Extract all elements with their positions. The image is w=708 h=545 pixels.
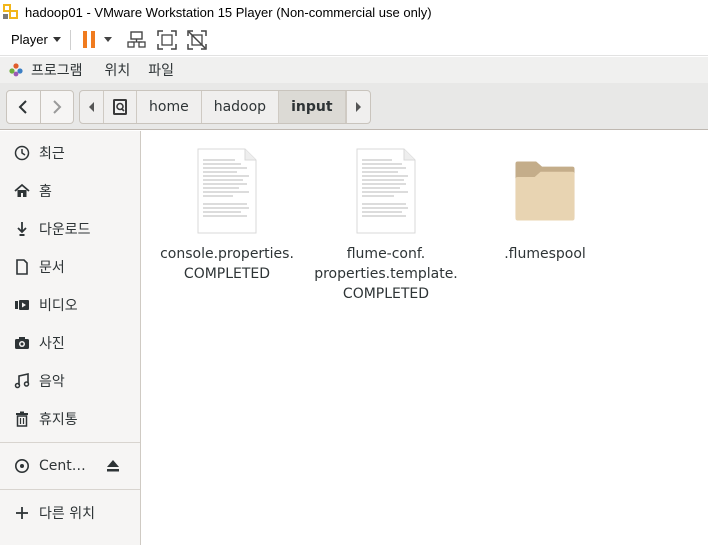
sidebar-item-home[interactable]: 홈 bbox=[0, 173, 140, 209]
document-icon bbox=[13, 258, 31, 276]
menu-files[interactable]: 파일 bbox=[148, 60, 174, 80]
file-name-line: properties.template. bbox=[314, 266, 458, 282]
sidebar-divider bbox=[0, 442, 140, 443]
trash-icon bbox=[13, 410, 31, 428]
text-file-icon bbox=[355, 148, 417, 234]
file-name-line: .flumespool bbox=[504, 246, 586, 262]
sidebar-item-label: 음악 bbox=[39, 374, 65, 390]
sidebar-item-label: 사진 bbox=[39, 336, 65, 352]
vmware-logo-icon bbox=[3, 3, 20, 21]
folder-icon bbox=[514, 148, 576, 234]
sidebar-item-label: 비디오 bbox=[39, 298, 78, 314]
pause-button[interactable] bbox=[82, 30, 95, 50]
sidebar-item-trash[interactable]: 휴지통 bbox=[0, 401, 140, 437]
path-scroll-left-button[interactable] bbox=[80, 91, 104, 123]
plus-icon bbox=[13, 504, 31, 522]
file-name-line: flume-conf. bbox=[346, 246, 426, 262]
file-name: flume-conf. properties.template. COMPLET… bbox=[314, 244, 458, 304]
send-ctrl-alt-del-button[interactable] bbox=[127, 30, 147, 50]
player-menu-label: Player bbox=[11, 32, 48, 47]
sidebar-item-music[interactable]: 음악 bbox=[0, 363, 140, 399]
sidebar-item-downloads[interactable]: 다운로드 bbox=[0, 211, 140, 247]
disc-icon bbox=[13, 457, 31, 475]
player-menu-button[interactable]: Player bbox=[11, 32, 61, 47]
file-item-flumespool-folder[interactable]: .flumespool bbox=[470, 148, 620, 264]
file-name: console.properties. COMPLETED bbox=[160, 244, 294, 284]
menu-applications[interactable]: 프로그램 bbox=[31, 60, 83, 80]
file-name-line: COMPLETED bbox=[342, 286, 430, 302]
file-view: console.properties. COMPLETED flume-conf… bbox=[141, 131, 708, 545]
drive-icon bbox=[113, 99, 127, 115]
unity-mode-button[interactable] bbox=[187, 29, 207, 50]
triangle-left-icon bbox=[88, 102, 94, 112]
file-item-flume-conf[interactable]: flume-conf. properties.template. COMPLET… bbox=[311, 148, 461, 304]
back-button[interactable] bbox=[7, 91, 40, 123]
sidebar-item-label: 홈 bbox=[39, 184, 52, 200]
sidebar-item-documents[interactable]: 문서 bbox=[0, 249, 140, 285]
applications-icon bbox=[9, 63, 23, 77]
toolbar-divider bbox=[69, 29, 71, 50]
pause-icon bbox=[82, 31, 87, 48]
path-root-button[interactable] bbox=[104, 91, 137, 123]
sidebar-item-videos[interactable]: 비디오 bbox=[0, 287, 140, 323]
file-name-line: console.properties. bbox=[160, 246, 294, 262]
home-icon bbox=[13, 182, 31, 200]
navigation-buttons bbox=[6, 90, 74, 124]
sidebar-item-label: 다른 위치 bbox=[39, 506, 95, 522]
sidebar-divider bbox=[0, 489, 140, 490]
music-icon bbox=[13, 372, 31, 390]
sidebar-item-label: 최근 bbox=[39, 146, 65, 162]
menu-places[interactable]: 위치 bbox=[105, 60, 131, 80]
sidebar-item-label: 문서 bbox=[39, 260, 65, 276]
sidebar-item-label: 휴지통 bbox=[39, 412, 78, 428]
breadcrumb: home hadoop input bbox=[79, 90, 371, 124]
file-item-console-properties[interactable]: console.properties. COMPLETED bbox=[152, 148, 302, 284]
gnome-menubar: 프로그램 위치 파일 bbox=[0, 57, 708, 83]
file-manager-headerbar: home hadoop input bbox=[0, 83, 708, 130]
unity-icon bbox=[187, 29, 207, 50]
fullscreen-icon bbox=[157, 29, 177, 50]
sidebar-item-pictures[interactable]: 사진 bbox=[0, 325, 140, 361]
camera-icon bbox=[13, 334, 31, 352]
eject-icon[interactable] bbox=[106, 459, 120, 473]
sidebar-item-label: 다운로드 bbox=[39, 222, 91, 238]
recent-clock-icon bbox=[13, 144, 31, 162]
path-scroll-right-button[interactable] bbox=[345, 91, 370, 123]
chevron-right-icon bbox=[53, 100, 62, 114]
sidebar-item-device[interactable]: Cent… bbox=[0, 448, 140, 484]
sidebar-item-label: Cent… bbox=[39, 458, 86, 474]
places-sidebar: 최근 홈 다운로드 문서 비디오 사진 음악 휴지통 Cent… 다른 위치 bbox=[0, 131, 141, 545]
pause-menu-chevron-icon[interactable] bbox=[103, 37, 112, 42]
forward-button[interactable] bbox=[39, 91, 73, 123]
sidebar-item-other-locations[interactable]: 다른 위치 bbox=[0, 495, 140, 531]
path-segment-input[interactable]: input bbox=[279, 91, 346, 123]
vmware-toolbar: Player bbox=[0, 24, 708, 56]
file-name: .flumespool bbox=[504, 244, 586, 264]
path-segment-home[interactable]: home bbox=[137, 91, 202, 123]
window-title: hadoop01 - VMware Workstation 15 Player … bbox=[25, 4, 432, 20]
chevron-down-icon bbox=[52, 37, 61, 42]
video-icon bbox=[13, 296, 31, 314]
fullscreen-button[interactable] bbox=[157, 29, 177, 50]
network-computer-icon bbox=[127, 30, 146, 48]
download-icon bbox=[13, 220, 31, 238]
chevron-left-icon bbox=[19, 100, 28, 114]
sidebar-item-recent[interactable]: 최근 bbox=[0, 135, 140, 171]
text-file-icon bbox=[196, 148, 258, 234]
triangle-right-icon bbox=[356, 102, 362, 112]
file-name-line: COMPLETED bbox=[183, 266, 271, 282]
path-segment-hadoop[interactable]: hadoop bbox=[202, 91, 280, 123]
window-titlebar: hadoop01 - VMware Workstation 15 Player … bbox=[0, 0, 708, 24]
